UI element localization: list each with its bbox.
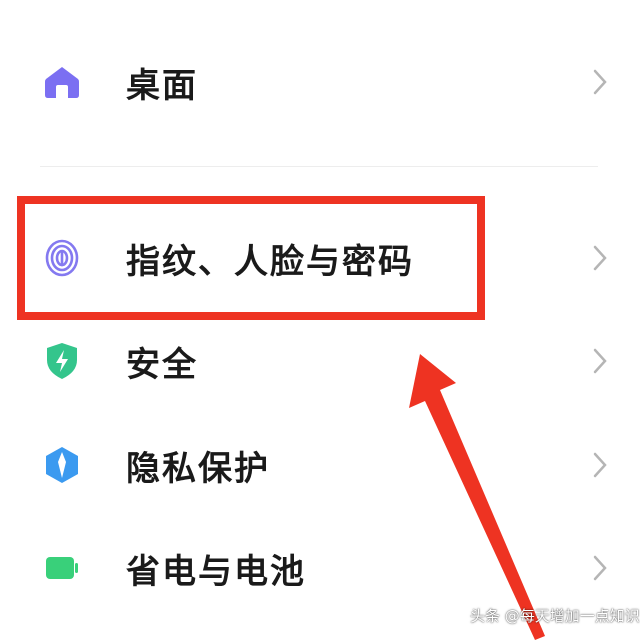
chevron-right-icon [593, 245, 607, 271]
highlight-box [17, 196, 485, 320]
settings-item-battery[interactable]: 省电与电池 [0, 520, 640, 616]
chevron-right-icon [593, 452, 607, 478]
privacy-icon [40, 443, 84, 487]
settings-item-label: 隐私保护 [126, 448, 270, 489]
shield-lightning-icon [40, 339, 84, 383]
settings-item-security[interactable]: 安全 [0, 313, 640, 409]
watermark: 头条 @每天增加一点知识 [470, 607, 640, 625]
chevron-right-icon [593, 348, 607, 374]
battery-icon [40, 546, 84, 590]
home-icon [40, 60, 84, 104]
section-divider [40, 166, 598, 167]
settings-item-privacy[interactable]: 隐私保护 [0, 417, 640, 513]
settings-item-label: 省电与电池 [126, 551, 306, 592]
chevron-right-icon [593, 69, 607, 95]
settings-item-label: 安全 [126, 344, 198, 385]
settings-item-desktop[interactable]: 桌面 [0, 34, 640, 130]
settings-item-label: 桌面 [126, 65, 198, 106]
chevron-right-icon [593, 555, 607, 581]
